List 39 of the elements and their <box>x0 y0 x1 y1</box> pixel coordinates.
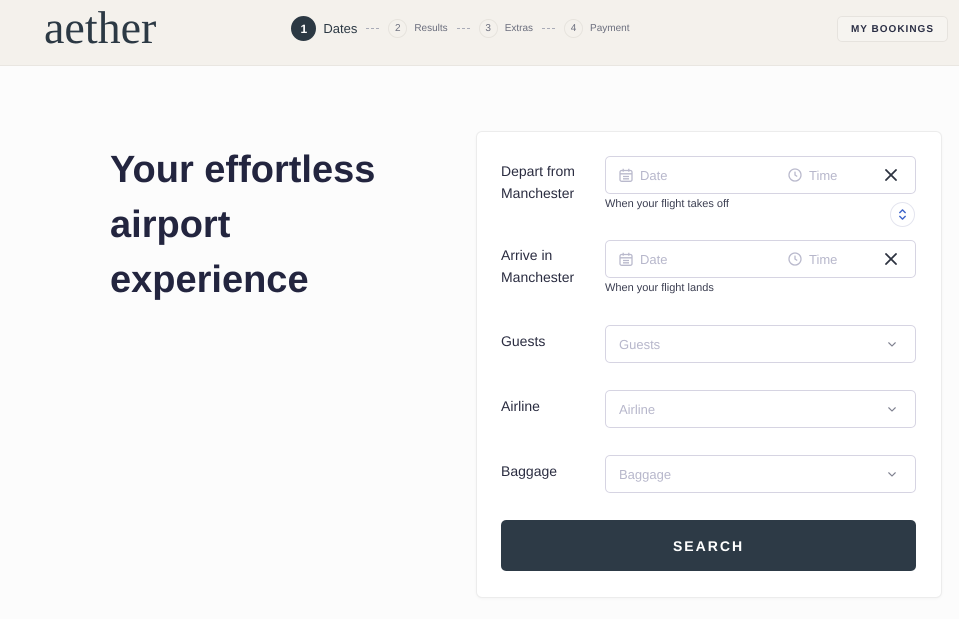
date-input[interactable]: Date <box>640 252 700 266</box>
date-time-field[interactable]: Date Time <box>605 156 916 194</box>
clock-icon <box>788 252 802 266</box>
step-number: 3 <box>478 19 498 38</box>
step-label: Extras <box>504 23 534 34</box>
calendar-icon <box>619 252 633 266</box>
hero-heading: Your effortless airport experience <box>110 148 376 303</box>
field-label: Depart from Manchester <box>501 162 576 203</box>
close-icon[interactable] <box>885 253 897 265</box>
step-label: Results <box>414 23 448 34</box>
field-label: Airline <box>501 397 541 416</box>
field-label: Guests <box>501 332 546 351</box>
chevron-down-icon <box>888 406 896 412</box>
time-input[interactable]: Time <box>809 168 869 182</box>
swap-button[interactable] <box>890 202 915 227</box>
clock-icon <box>788 168 802 182</box>
chevron-down-icon <box>888 342 896 346</box>
my-bookings-button[interactable]: MY BOOKINGS <box>836 16 948 42</box>
field-hint: When your flight takes off <box>605 197 729 211</box>
logo[interactable]: aether <box>44 5 156 51</box>
date-time-field[interactable]: Date Time <box>605 240 916 278</box>
step-number: 2 <box>388 19 408 38</box>
search-button[interactable]: SEARCH <box>501 520 916 571</box>
step-number: 1 <box>291 16 316 41</box>
chevron-up-down-icon <box>899 209 906 220</box>
calendar-icon <box>619 168 633 182</box>
step-label: Dates <box>323 21 358 36</box>
close-icon[interactable] <box>885 169 897 181</box>
field-hint: When your flight lands <box>605 281 714 295</box>
step-number: 4 <box>564 19 584 38</box>
chevron-down-icon <box>888 472 896 476</box>
step-connector <box>456 28 470 29</box>
field-label: Baggage <box>501 462 558 481</box>
field-label: Arrive in Manchester <box>501 246 576 287</box>
time-input[interactable]: Time <box>809 252 869 266</box>
date-input[interactable]: Date <box>640 168 700 182</box>
step-label: Payment <box>590 23 630 34</box>
step-connector <box>542 28 556 29</box>
step-connector <box>366 28 380 29</box>
